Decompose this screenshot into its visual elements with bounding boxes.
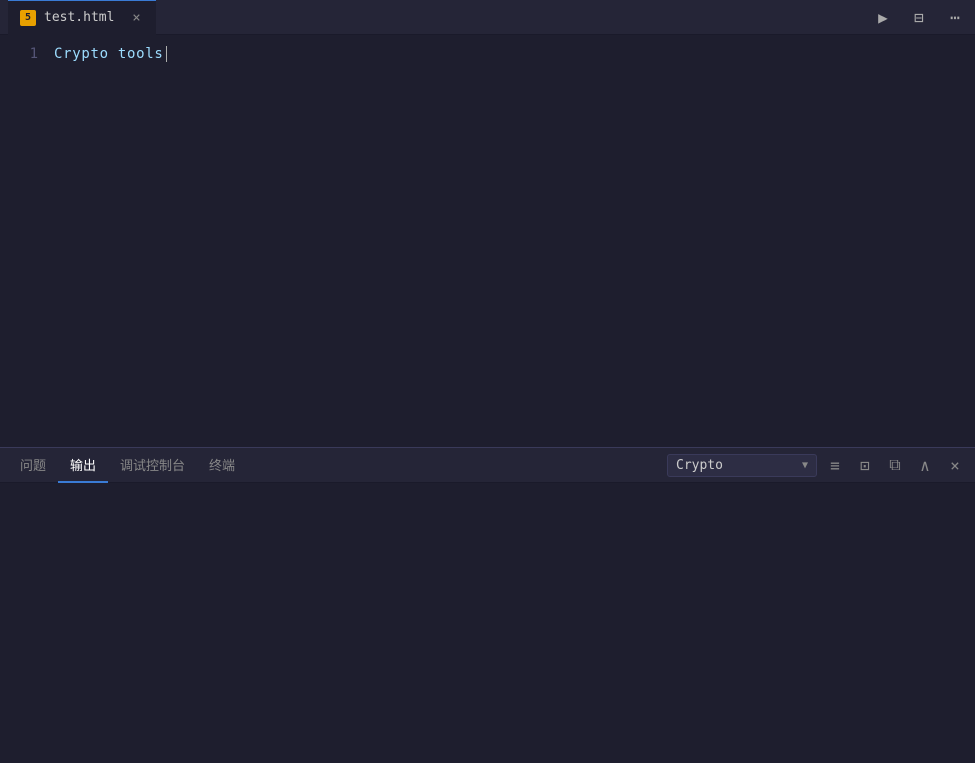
tab-output[interactable]: 输出 [58,448,108,483]
tab-close-button[interactable]: × [128,10,144,26]
tab-problems[interactable]: 问题 [8,448,58,483]
split-editor-button[interactable]: ⊟ [907,5,931,29]
panel-tab-bar: 问题 输出 调试控制台 终端 Crypto ▼ ≡ ⊡ ⧉ ∧ × [0,448,975,483]
tab-filename: test.html [44,10,114,25]
panel-tab-actions: Crypto ▼ ≡ ⊡ ⧉ ∧ × [667,453,967,477]
panel-content [0,483,975,763]
tab-debug-console[interactable]: 调试控制台 [108,448,197,483]
chevron-down-icon: ▼ [802,460,808,471]
code-text-1: Crypto tools [54,43,164,65]
tab-terminal[interactable]: 终端 [197,448,247,483]
output-source-dropdown[interactable]: Crypto ▼ [667,454,817,477]
more-actions-button[interactable]: ⋯ [943,5,967,29]
title-bar-actions: ▶ ⊟ ⋯ [871,5,967,29]
editor-area[interactable]: 1 Crypto tools [0,35,975,447]
panel-area: 问题 输出 调试控制台 终端 Crypto ▼ ≡ ⊡ ⧉ ∧ × [0,447,975,763]
text-cursor [166,46,167,62]
copy-output-button[interactable]: ⊡ [853,453,877,477]
code-line-1: Crypto tools [54,43,975,65]
title-bar: 5 test.html × ▶ ⊟ ⋯ [0,0,975,35]
run-button[interactable]: ▶ [871,5,895,29]
html-file-icon: 5 [20,10,36,26]
editor-tab[interactable]: 5 test.html × [8,0,156,35]
collapse-panel-button[interactable]: ∧ [913,453,937,477]
clear-output-button[interactable]: ≡ [823,453,847,477]
line-number: 1 [0,43,38,65]
code-area[interactable]: Crypto tools [50,35,975,447]
new-terminal-button[interactable]: ⧉ [883,453,907,477]
line-numbers: 1 [0,35,50,447]
dropdown-selected-label: Crypto [676,458,796,473]
close-panel-button[interactable]: × [943,453,967,477]
